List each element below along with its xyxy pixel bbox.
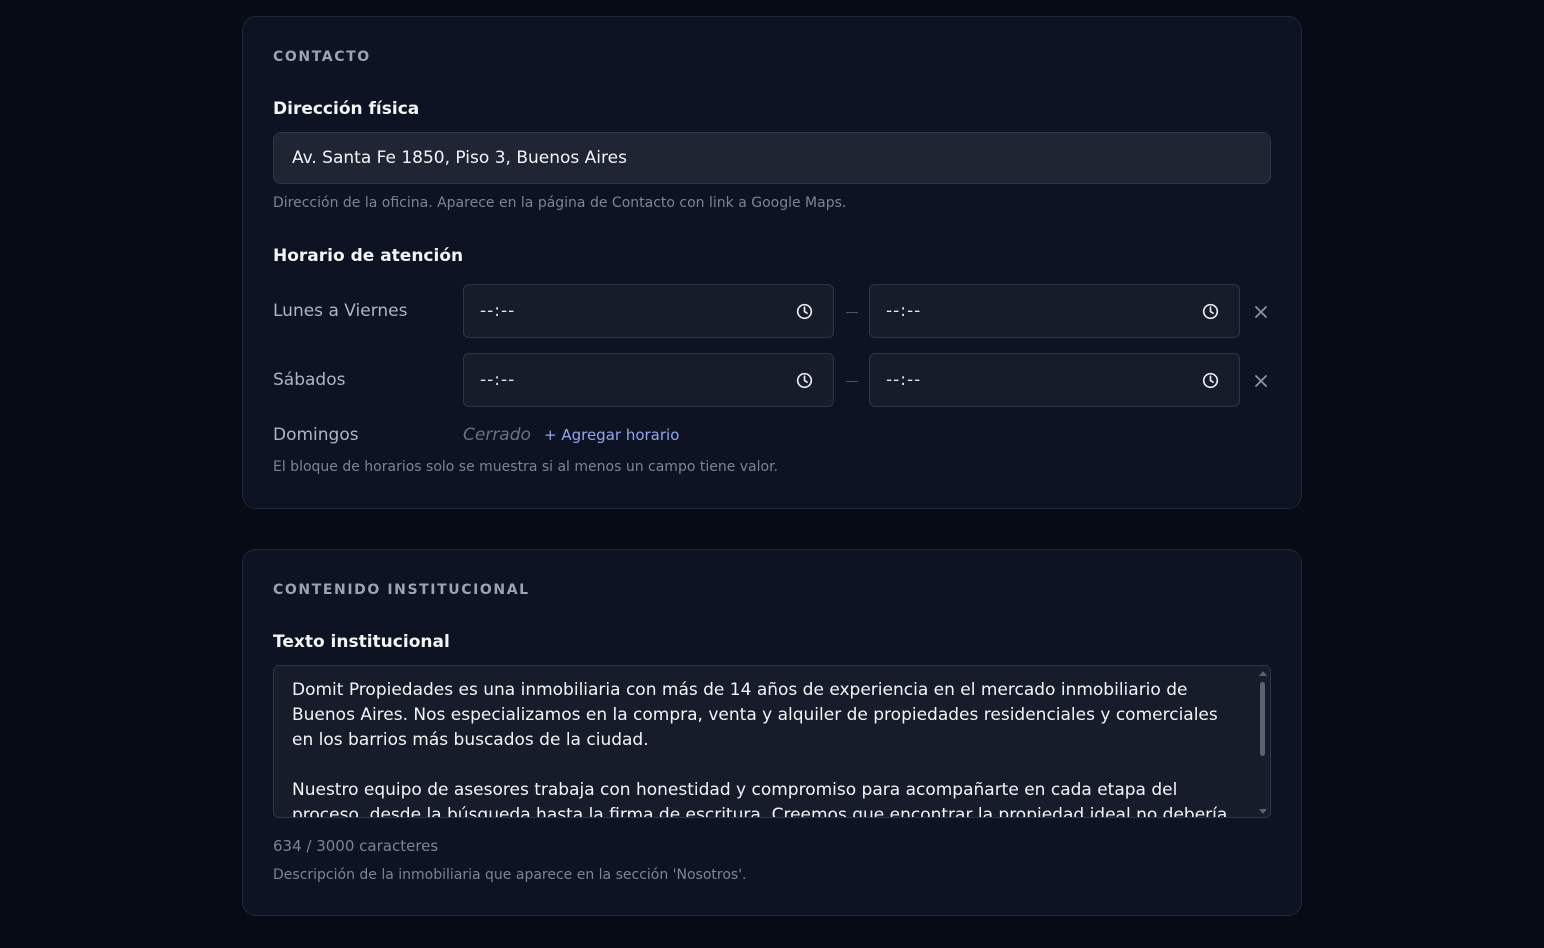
section-title-institucional: CONTENIDO INSTITUCIONAL xyxy=(273,582,530,598)
scrollbar-thumb[interactable] xyxy=(1260,682,1265,756)
textarea-content: Domit Propiedades es una inmobiliaria co… xyxy=(292,680,1228,818)
clock-icon[interactable] xyxy=(1202,372,1219,389)
hours-help: El bloque de horarios solo se muestra si… xyxy=(273,459,779,475)
saturday-to-time-input[interactable]: --:-- xyxy=(869,353,1240,407)
contact-card: CONTACTO Dirección física Av. Santa Fe 1… xyxy=(242,16,1302,509)
address-label: Dirección física xyxy=(273,99,420,119)
clock-icon[interactable] xyxy=(1202,303,1219,320)
scroll-down-icon[interactable] xyxy=(1259,809,1267,814)
time-value: --:-- xyxy=(886,301,922,321)
closed-status: Cerrado xyxy=(463,425,531,445)
close-icon[interactable] xyxy=(1253,304,1269,320)
time-value: --:-- xyxy=(480,370,516,390)
textarea-scrollbar[interactable] xyxy=(1259,670,1267,815)
day-label-sunday: Domingos xyxy=(273,425,359,445)
add-hours-link[interactable]: + Agregar horario xyxy=(544,426,679,444)
char-count: 634 / 3000 caracteres xyxy=(273,837,439,855)
weekdays-from-time-input[interactable]: --:-- xyxy=(463,284,834,338)
section-title-contacto: CONTACTO xyxy=(273,49,371,65)
hours-label: Horario de atención xyxy=(273,246,464,266)
scroll-up-icon[interactable] xyxy=(1259,671,1267,676)
institutional-card: CONTENIDO INSTITUCIONAL Texto institucio… xyxy=(242,549,1302,916)
institutional-text-label: Texto institucional xyxy=(273,632,450,652)
address-input[interactable]: Av. Santa Fe 1850, Piso 3, Buenos Aires xyxy=(273,132,1271,184)
time-value: --:-- xyxy=(886,370,922,390)
range-dash xyxy=(846,381,858,382)
clock-icon[interactable] xyxy=(796,303,813,320)
clock-icon[interactable] xyxy=(796,372,813,389)
close-icon[interactable] xyxy=(1253,373,1269,389)
weekdays-to-time-input[interactable]: --:-- xyxy=(869,284,1240,338)
saturday-from-time-input[interactable]: --:-- xyxy=(463,353,834,407)
institutional-textarea[interactable]: Domit Propiedades es una inmobiliaria co… xyxy=(273,665,1271,818)
day-label-saturday: Sábados xyxy=(273,370,346,390)
range-dash xyxy=(846,312,858,313)
address-help: Dirección de la oficina. Aparece en la p… xyxy=(273,195,847,211)
time-value: --:-- xyxy=(480,301,516,321)
day-label-weekdays: Lunes a Viernes xyxy=(273,301,408,321)
institutional-help: Descripción de la inmobiliaria que apare… xyxy=(273,867,747,883)
